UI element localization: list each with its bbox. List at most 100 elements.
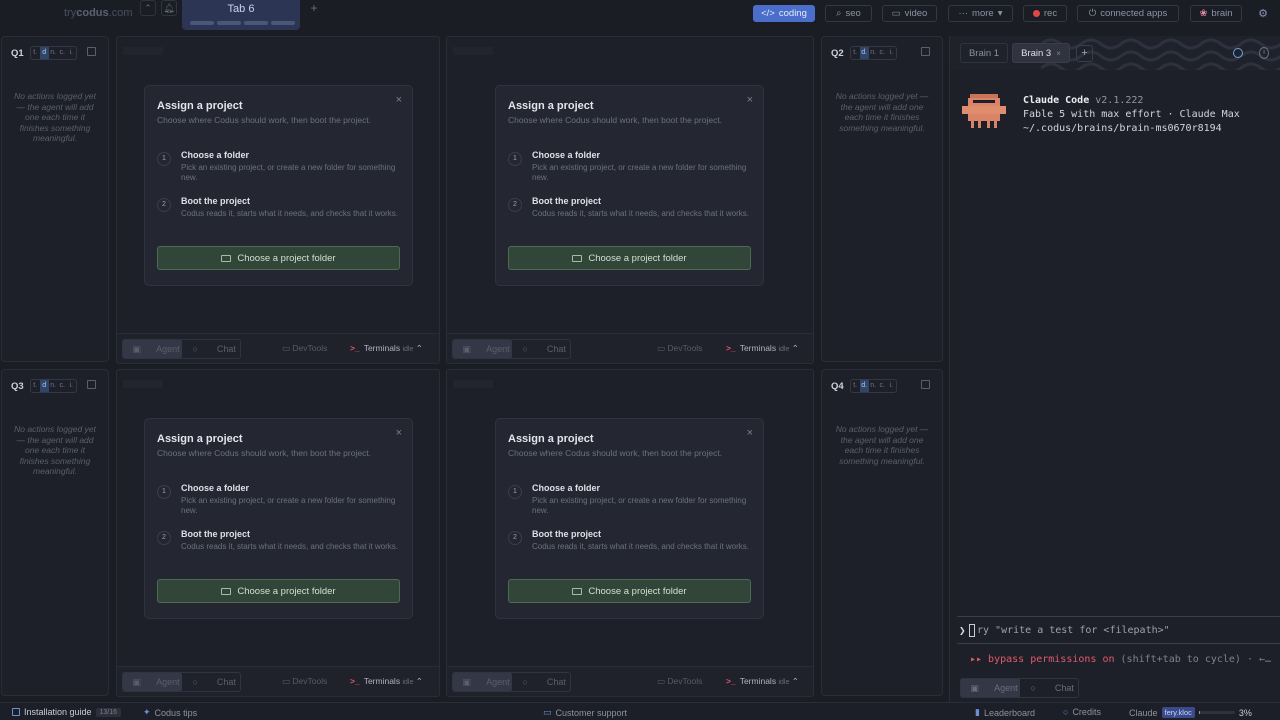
add-tab-button[interactable]: + xyxy=(306,0,322,16)
close-icon[interactable]: × xyxy=(747,94,753,106)
chat-tab[interactable]: ○ Chat xyxy=(182,340,241,358)
terminals-button[interactable]: >_ Terminals idle ⌃ xyxy=(350,343,423,354)
pane-q2: × Assign a project Choose where Codus sh… xyxy=(446,36,814,364)
mode-video-button[interactable]: ▭ video xyxy=(882,5,937,22)
panel-tab[interactable]: t. xyxy=(851,47,860,59)
pane-placeholder xyxy=(123,380,163,388)
panel-tab[interactable]: n. xyxy=(869,47,878,59)
step-number: 1 xyxy=(508,485,522,499)
step-number: 2 xyxy=(157,531,171,545)
terminals-button[interactable]: >_ Terminals idle ⌃ xyxy=(726,676,799,687)
agent-tab[interactable]: ▣ Agent xyxy=(453,340,512,358)
side-panel-q3: Q3 t. d n. c. i. No actions logged yet — the… xyxy=(1,369,109,696)
agent-chat-toggle[interactable]: ▣ Agent ○ Chat xyxy=(452,672,571,692)
terminals-button[interactable]: >_ Terminals idle ⌃ xyxy=(726,343,799,354)
panel-tabs[interactable]: t. d. n. c. i. xyxy=(849,46,897,60)
panel-tab[interactable]: d xyxy=(39,380,49,392)
chevron-up-icon[interactable]: ⌃ xyxy=(140,0,156,16)
panel-tab[interactable]: n. xyxy=(49,380,58,392)
agent-tab[interactable]: ▣ Agent xyxy=(123,673,182,691)
devtools-button[interactable]: ▭ DevTools xyxy=(282,343,327,354)
codus-tips-button[interactable]: ✦ Codus tips xyxy=(143,707,197,718)
bypass-permissions-status: ▸▸ bypass permissions on (shift+tab to c… xyxy=(970,654,1272,665)
brain-tab-3[interactable]: Brain 3 × xyxy=(1012,43,1070,63)
brain-tab-1[interactable]: Brain 1 xyxy=(960,43,1008,63)
mode-coding-button[interactable]: </> coding xyxy=(753,5,815,22)
agent-tab[interactable]: ▣ Agent xyxy=(453,673,512,691)
close-icon[interactable]: × xyxy=(396,94,402,106)
panel-tab[interactable]: t. xyxy=(851,380,860,392)
terminal-icon: >_ xyxy=(726,343,736,353)
choose-project-folder-button[interactable]: Choose a project folder xyxy=(157,579,400,603)
panel-tab[interactable]: i. xyxy=(67,380,76,392)
brain-tab-bar: Brain 1 Brain 3 × + i xyxy=(950,36,1280,70)
panel-tab[interactable]: d. xyxy=(859,47,869,59)
agent-chat-toggle[interactable]: ▣ Agent ○ Chat xyxy=(452,339,571,359)
agent-chat-toggle[interactable]: ▣ Agent ○ Chat xyxy=(960,678,1079,698)
prompt-input[interactable]: ❯ ry "write a test for <filepath>" xyxy=(957,616,1280,644)
panel-tab[interactable]: n. xyxy=(869,380,878,392)
panel-tab[interactable]: t. xyxy=(31,47,40,59)
devtools-button[interactable]: ▭ DevTools xyxy=(657,676,702,687)
devtools-button[interactable]: ▭ DevTools xyxy=(657,343,702,354)
bell-icon[interactable]: 🔔︎ xyxy=(161,0,177,16)
close-icon[interactable]: × xyxy=(747,427,753,439)
expand-icon[interactable] xyxy=(87,47,96,56)
expand-icon[interactable] xyxy=(921,47,930,56)
globe-icon[interactable] xyxy=(1233,48,1243,58)
panel-tabs[interactable]: t. d n. c. i. xyxy=(29,46,77,60)
panel-tab[interactable]: i. xyxy=(67,47,76,59)
chat-tab[interactable]: ○ Chat xyxy=(1020,679,1079,697)
devtools-button[interactable]: ▭ DevTools xyxy=(282,676,327,687)
panel-tab[interactable]: c. xyxy=(58,380,67,392)
rec-button[interactable]: rec xyxy=(1023,5,1067,22)
add-brain-button[interactable]: + xyxy=(1076,45,1093,62)
chat-icon: ○ xyxy=(192,344,198,354)
customer-support-button[interactable]: ▭ Customer support xyxy=(543,707,627,718)
brain-panel: Brain 1 Brain 3 × + i Claude Code v2.1.22… xyxy=(949,36,1280,702)
choose-project-folder-button[interactable]: Choose a project folder xyxy=(508,579,751,603)
agent-tab[interactable]: ▣ Agent xyxy=(961,679,1020,697)
choose-project-folder-button[interactable]: Choose a project folder xyxy=(508,246,751,270)
chat-tab[interactable]: ○ Chat xyxy=(512,673,571,691)
choose-project-folder-button[interactable]: Choose a project folder xyxy=(157,246,400,270)
more-dropdown[interactable]: ··· more ▾ xyxy=(948,5,1013,22)
step-title: Choose a folder xyxy=(532,150,601,160)
brain-button[interactable]: ❀ brain xyxy=(1190,5,1242,22)
agent-chat-toggle[interactable]: ▣ Agent ○ Chat xyxy=(122,672,241,692)
expand-icon[interactable] xyxy=(87,380,96,389)
agent-chat-toggle[interactable]: ▣ Agent ○ Chat xyxy=(122,339,241,359)
panel-tab[interactable]: d. xyxy=(859,380,869,392)
chat-tab[interactable]: ○ Chat xyxy=(512,340,571,358)
gear-icon[interactable]: ⚙ xyxy=(1255,5,1271,21)
claude-usage[interactable]: Claude fery.kloc 3% xyxy=(1129,707,1252,718)
logo[interactable]: trycodus.com xyxy=(64,7,132,19)
pane-footer: ▣ Agent ○ Chat ▭ DevTools >_ Terminals idle… xyxy=(117,666,439,696)
info-icon[interactable]: i xyxy=(1259,47,1269,59)
panel-tab[interactable]: c. xyxy=(878,380,887,392)
close-icon[interactable]: × xyxy=(396,427,402,439)
panel-tab[interactable]: c. xyxy=(878,47,887,59)
panel-tab[interactable]: c. xyxy=(58,47,67,59)
mode-seo-button[interactable]: ⌕ seo xyxy=(825,5,872,22)
chat-tab[interactable]: ○ Chat xyxy=(182,673,241,691)
tab-6[interactable]: Tab 6 xyxy=(182,0,300,30)
panel-tabs[interactable]: t. d. n. c. i. xyxy=(849,379,897,393)
terminals-button[interactable]: >_ Terminals idle ⌃ xyxy=(350,676,423,687)
step-title: Boot the project xyxy=(181,196,250,206)
panel-tabs[interactable]: t. d n. c. i. xyxy=(29,379,77,393)
credits-button[interactable]: ○ Credits xyxy=(1063,707,1101,717)
panel-tab[interactable]: n. xyxy=(49,47,58,59)
panel-tab[interactable]: i. xyxy=(887,380,896,392)
panel-tab[interactable]: d xyxy=(39,47,49,59)
dialog-subtitle: Choose where Codus should work, then boo… xyxy=(508,448,723,458)
panel-tab[interactable]: i. xyxy=(887,47,896,59)
close-icon[interactable]: × xyxy=(1056,49,1061,58)
panel-tab[interactable]: t. xyxy=(31,380,40,392)
leaderboard-button[interactable]: ▮ Leaderboard xyxy=(975,707,1035,718)
dialog-title: Assign a project xyxy=(508,100,594,112)
expand-icon[interactable] xyxy=(921,380,930,389)
agent-tab[interactable]: ▣ Agent xyxy=(123,340,182,358)
installation-guide-button[interactable]: Installation guide 13/16 xyxy=(12,707,122,717)
connected-apps-button[interactable]: ⏻ connected apps xyxy=(1077,5,1179,22)
